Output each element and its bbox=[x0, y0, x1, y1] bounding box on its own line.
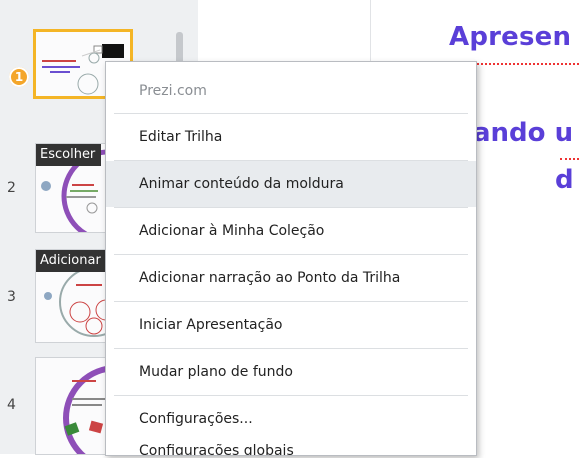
context-menu: Prezi.com Editar Trilha Animar conteúdo … bbox=[105, 61, 477, 456]
slide-number: 2 bbox=[7, 180, 16, 196]
menu-item-configuracoes-globais[interactable]: Configurações globais bbox=[106, 428, 476, 455]
slide-number-badge: 1 bbox=[9, 67, 29, 87]
menu-item-editar-trilha[interactable]: Editar Trilha bbox=[106, 114, 476, 160]
menu-item-animar-conteudo[interactable]: Animar conteúdo da moldura bbox=[106, 161, 476, 207]
spellcheck-underline bbox=[560, 156, 579, 160]
canvas-title-line3[interactable]: d bbox=[555, 165, 574, 195]
menu-item-adicionar-narracao[interactable]: Adicionar narração ao Ponto da Trilha bbox=[106, 255, 476, 301]
canvas-title-line1[interactable]: Apresen bbox=[449, 22, 571, 52]
slide-tag: Adicionar bbox=[36, 250, 107, 272]
menu-header-prezi: Prezi.com bbox=[139, 83, 207, 99]
slide-number: 3 bbox=[7, 289, 16, 305]
menu-item-iniciar-apresentacao[interactable]: Iniciar Apresentação bbox=[106, 302, 476, 348]
slide-tag: Escolher bbox=[36, 144, 102, 166]
slide-number: 4 bbox=[7, 397, 16, 413]
canvas-title-line2[interactable]: ando u bbox=[473, 118, 573, 148]
menu-item-adicionar-colecao[interactable]: Adicionar à Minha Coleção bbox=[106, 208, 476, 254]
menu-item-mudar-plano-fundo[interactable]: Mudar plano de fundo bbox=[106, 349, 476, 395]
